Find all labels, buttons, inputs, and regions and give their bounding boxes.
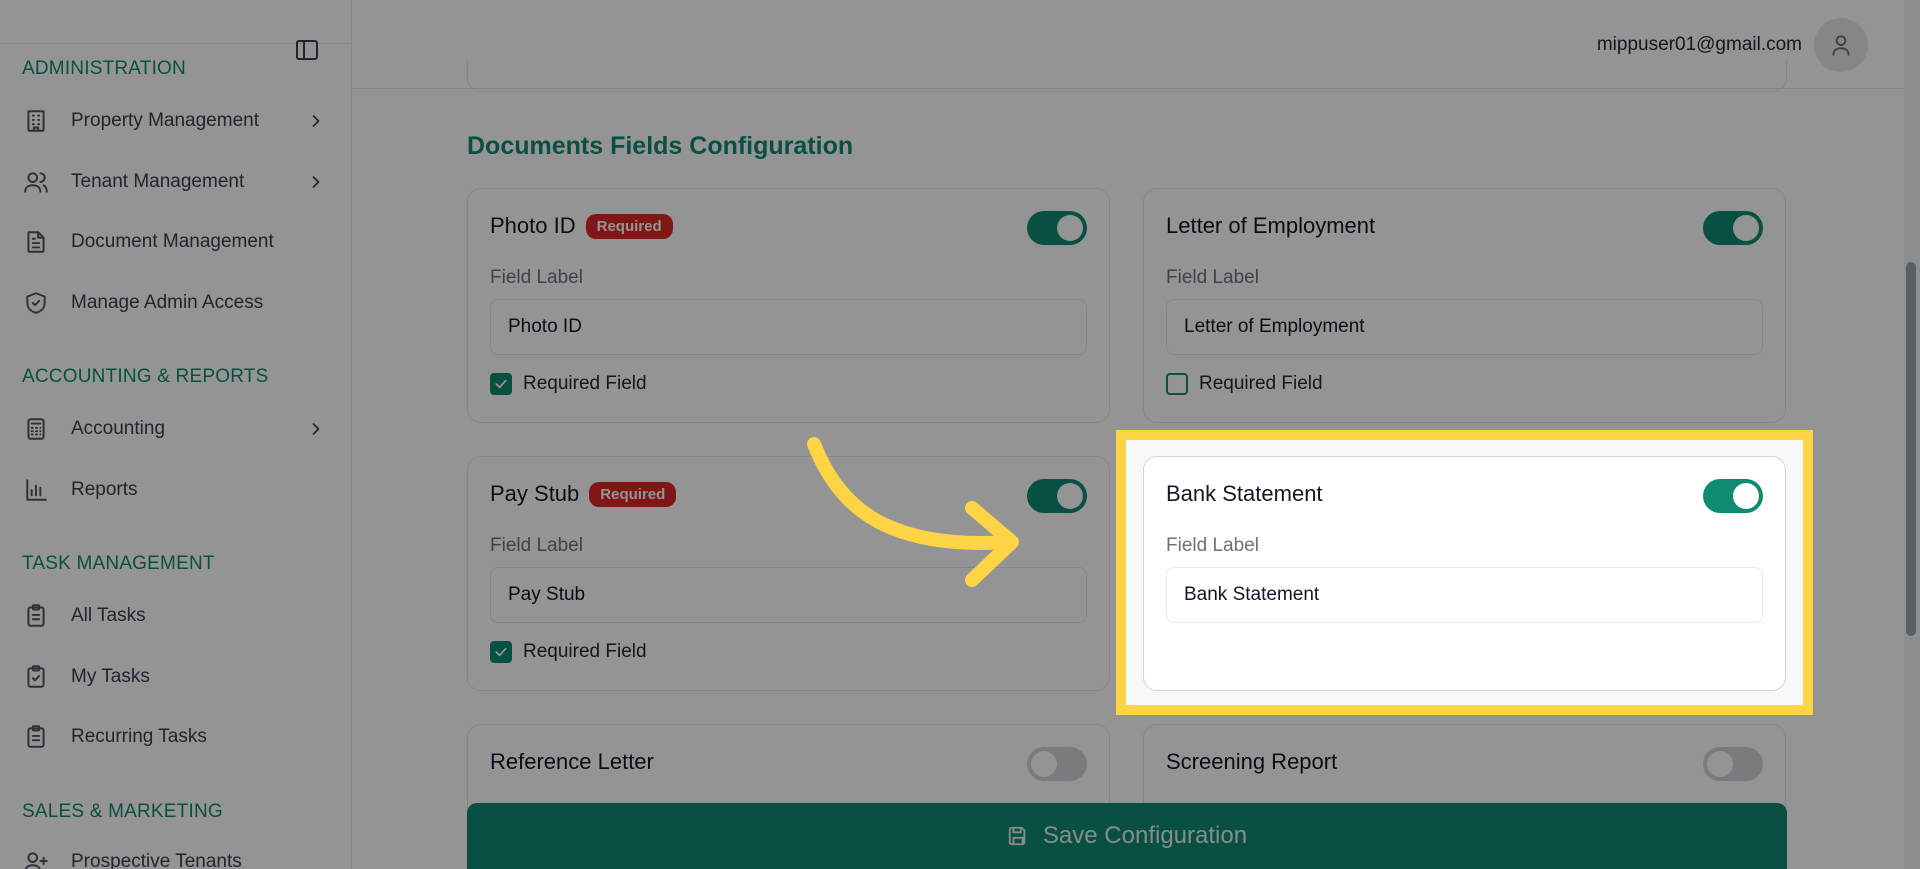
sidebar-item-label: Property Management [71,110,259,131]
section-title-task-management: TASK MANAGEMENT [22,553,215,574]
field-label-caption: Field Label [490,267,583,288]
card-title: Screening Report [1166,749,1337,775]
user-plus-icon [22,848,50,869]
section-title-accounting-reports: ACCOUNTING & REPORTS [22,366,269,387]
check-icon [495,379,507,389]
chevron-right-icon [306,111,326,131]
field-label-caption: Field Label [490,535,583,556]
sidebar-item-label: Manage Admin Access [71,292,264,313]
save-configuration-button[interactable]: Save Configuration [467,803,1787,869]
field-label-input[interactable] [1166,567,1763,623]
checkbox-checked[interactable] [490,373,512,395]
avatar[interactable] [1814,18,1868,72]
checkbox-unchecked[interactable] [1166,373,1188,395]
required-badge: Required [589,481,677,507]
sidebar-item-document-management[interactable]: Document Management [22,220,332,264]
user-email: mippuser01@gmail.com [1596,34,1802,55]
save-icon [1008,826,1026,846]
bar-chart-icon [22,476,50,504]
scrollbar-thumb[interactable] [1906,262,1916,636]
sidebar-toggle-icon[interactable] [296,40,318,60]
card-title-text: Reference Letter [490,749,654,774]
enable-toggle[interactable] [1703,747,1763,781]
sidebar-item-label: All Tasks [71,605,146,626]
chevron-right-icon [306,172,326,192]
required-field-label: Required Field [523,373,647,394]
sidebar-item-accounting[interactable]: Accounting [22,407,332,451]
field-label-caption: Field Label [1166,535,1259,556]
sidebar-item-label: Prospective Tenants [71,851,242,869]
card-title-text: Pay Stub [490,481,580,506]
sidebar-item-property-management[interactable]: Property Management [22,99,332,143]
sidebar-item-tenant-management[interactable]: Tenant Management [22,160,332,204]
clipboard-list-icon [22,602,50,630]
users-icon [22,168,50,196]
card-title: Letter of Employment [1166,213,1375,239]
sidebar-item-label: Recurring Tasks [71,726,207,747]
calculator-icon [22,415,50,443]
document-card-bank-statement: Bank Statement Field Label [1143,456,1786,691]
check-icon [495,647,507,657]
document-card-letter-of-employment: Letter of Employment Field Label Require… [1143,188,1786,423]
sidebar-item-my-tasks[interactable]: My Tasks [22,655,332,699]
field-label-input[interactable] [1166,299,1763,355]
card-title: Reference Letter [490,749,654,775]
shield-check-icon [22,289,50,317]
card-title-text: Photo ID [490,213,576,238]
document-icon [22,228,50,256]
save-label: Save Configuration [1042,822,1248,849]
enable-toggle[interactable] [1703,479,1763,513]
card-title: Bank Statement [1166,481,1323,507]
field-label-caption: Field Label [1166,267,1259,288]
card-title-text: Bank Statement [1166,481,1323,506]
required-field-checkbox[interactable]: Required Field [490,373,647,395]
page-title: Documents Fields Configuration [467,132,854,160]
sidebar-item-manage-admin-access[interactable]: Manage Admin Access [22,281,332,325]
building-icon [22,107,50,135]
card-title: Pay Stub Required [490,481,677,507]
required-field-label: Required Field [523,641,647,662]
chevron-right-icon [306,419,326,439]
previous-card-edge [467,60,1787,92]
sidebar-item-reports[interactable]: Reports [22,468,332,512]
sidebar-item-prospective-tenants[interactable]: Prospective Tenants [22,840,332,869]
sidebar-item-label: Accounting [71,418,166,439]
required-badge: Required [585,213,673,239]
sidebar-item-label: Tenant Management [71,171,245,192]
document-card-photo-id: Photo ID Required Field Label Required F… [467,188,1110,423]
sidebar-item-recurring-tasks[interactable]: Recurring Tasks [22,715,332,759]
enable-toggle[interactable] [1027,211,1087,245]
arrow-icon [807,437,1019,587]
checkbox-checked[interactable] [490,641,512,663]
card-title-text: Letter of Employment [1166,213,1376,238]
enable-toggle[interactable] [1703,211,1763,245]
card-title-text: Screening Report [1166,749,1338,774]
sidebar-item-label: Reports [71,479,138,500]
card-title: Photo ID Required [490,213,673,239]
required-field-label: Required Field [1199,373,1323,394]
clipboard-list-icon [22,723,50,751]
user-icon [1832,35,1850,56]
section-title-sales-marketing: SALES & MARKETING [22,801,223,822]
sidebar-item-label: My Tasks [71,666,150,687]
sidebar-item-label: Document Management [71,231,274,252]
section-title-administration: ADMINISTRATION [22,58,186,79]
clipboard-check-icon [22,663,50,691]
required-field-checkbox[interactable]: Required Field [1166,373,1323,395]
sidebar: ADMINISTRATION Property Management Tenan… [0,0,352,869]
field-label-input[interactable] [490,299,1087,355]
sidebar-item-all-tasks[interactable]: All Tasks [22,594,332,638]
enable-toggle[interactable] [1027,747,1087,781]
required-field-checkbox[interactable]: Required Field [490,641,647,663]
